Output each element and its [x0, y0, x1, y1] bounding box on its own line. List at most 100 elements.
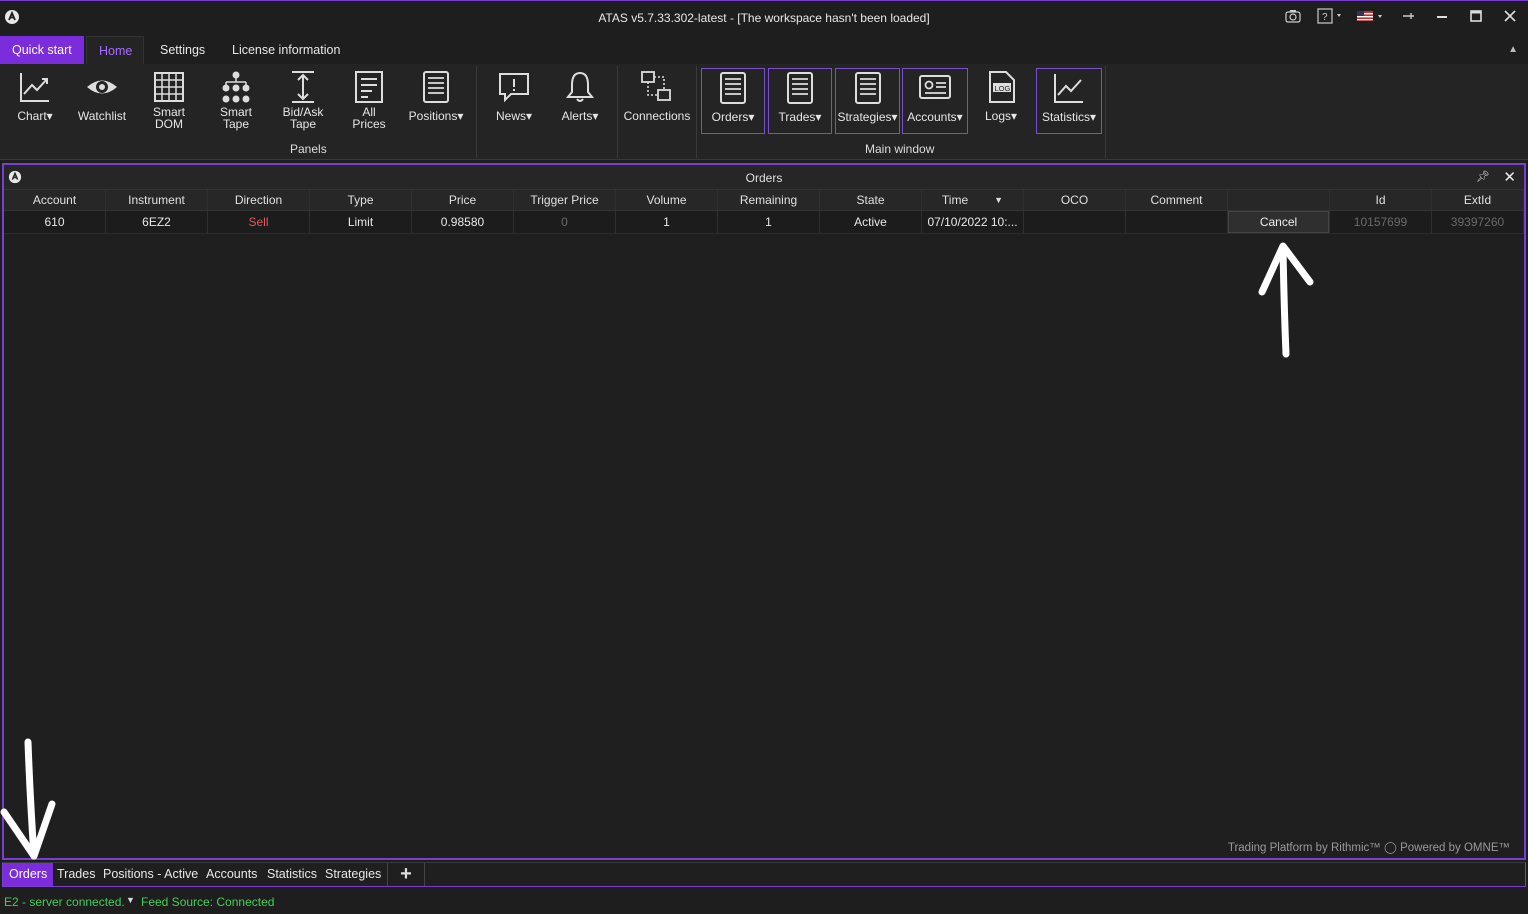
minimize-icon[interactable]: [1434, 7, 1450, 25]
all-prices-button[interactable]: All Prices: [344, 68, 394, 134]
feed-source-status: Feed Source: Connected: [141, 895, 275, 909]
tab-home[interactable]: Home: [86, 36, 144, 64]
column-header-remaining[interactable]: Remaining: [718, 190, 820, 210]
column-header-time[interactable]: Time ▼: [922, 190, 1024, 210]
logs-button[interactable]: LOG Logs▾: [976, 68, 1026, 134]
close-panel-icon[interactable]: ✕: [1503, 168, 1516, 186]
status-bar: E2 - server connected. ▼ Feed Source: Co…: [0, 890, 1528, 914]
ribbon-tab-bar: Quick start Home Settings License inform…: [0, 36, 1528, 64]
column-header-trigger-price[interactable]: Trigger Price: [514, 190, 616, 210]
smart-tape-label: Smart Tape: [219, 105, 252, 131]
vertical-arrows-icon: [292, 71, 314, 103]
tree-icon: [222, 71, 250, 103]
bell-icon: [565, 71, 595, 102]
connection-dropdown-icon[interactable]: ▼: [126, 895, 135, 905]
grid-header-row: Account Instrument Direction Type Price …: [4, 190, 1524, 211]
cell-extid: 39397260: [1432, 211, 1524, 233]
camera-icon[interactable]: [1284, 7, 1302, 25]
column-header-state[interactable]: State: [820, 190, 922, 210]
column-header-id[interactable]: Id: [1330, 190, 1432, 210]
orders-grid: Account Instrument Direction Type Price …: [4, 190, 1524, 234]
news-button[interactable]: News▾: [486, 68, 542, 134]
eye-icon: [87, 80, 117, 94]
bottom-tab-strategies[interactable]: Strategies: [325, 863, 381, 886]
cancel-order-button[interactable]: Cancel: [1228, 211, 1329, 233]
connections-label: Connections: [623, 109, 691, 123]
logs-label: Logs▾: [984, 109, 1018, 123]
smart-tape-button[interactable]: Smart Tape: [211, 68, 261, 134]
speech-bubble-icon: [499, 73, 529, 103]
tab-quick-start[interactable]: Quick start: [0, 36, 84, 64]
bottom-tab-positions-active[interactable]: Positions - Active: [103, 863, 198, 886]
strategies-label: Strategies▾: [837, 110, 898, 124]
positions-label: Positions▾: [408, 109, 464, 123]
orders-panel: Orders 📌︎ ✕ Account Instrument Direction…: [2, 163, 1526, 860]
ribbon-separator: [1105, 66, 1106, 158]
document-icon: [355, 71, 383, 103]
tab-license-information[interactable]: License information: [220, 36, 352, 64]
bottom-tab-statistics[interactable]: Statistics: [267, 863, 317, 886]
cell-price: 0.98580: [412, 211, 514, 233]
chart-label: Chart▾: [17, 109, 53, 123]
strategies-button[interactable]: Strategies▾: [835, 68, 900, 134]
column-header-action[interactable]: [1228, 190, 1330, 210]
statistics-button[interactable]: Statistics▾: [1036, 68, 1102, 134]
orders-panel-header: Orders 📌︎ ✕: [4, 165, 1524, 190]
orders-button[interactable]: Orders▾: [701, 68, 765, 134]
tab-settings[interactable]: Settings: [148, 36, 217, 64]
accounts-button[interactable]: Accounts▾: [902, 68, 968, 134]
connections-button[interactable]: Connections: [622, 68, 692, 134]
cell-oco: [1024, 211, 1126, 233]
chart-icon: [1054, 74, 1083, 103]
chart-button[interactable]: Chart▾: [10, 68, 60, 134]
watchlist-label: Watchlist: [77, 109, 127, 123]
group-label-main-window: Main window: [865, 142, 935, 156]
list-icon: [423, 71, 449, 103]
trades-button[interactable]: Trades▾: [768, 68, 832, 134]
smart-dom-button[interactable]: Smart DOM: [144, 68, 194, 134]
maximize-icon[interactable]: [1468, 7, 1484, 25]
pin-icon[interactable]: 📌︎: [1476, 170, 1490, 183]
column-header-type[interactable]: Type: [310, 190, 412, 210]
column-header-extid[interactable]: ExtId: [1432, 190, 1524, 210]
svg-text:?: ?: [1322, 12, 1328, 23]
cell-instrument: 6EZ2: [106, 211, 208, 233]
positions-button[interactable]: Positions▾: [404, 68, 468, 134]
column-header-price[interactable]: Price: [412, 190, 514, 210]
table-row[interactable]: 610 6EZ2 Sell Limit 0.98580 0 1 1 Active…: [4, 211, 1524, 234]
pin-window-icon[interactable]: [1400, 7, 1416, 25]
bottom-tab-bar: Orders Trades Positions - Active Account…: [2, 862, 1526, 887]
network-icon: [641, 71, 671, 101]
column-header-volume[interactable]: Volume: [616, 190, 718, 210]
column-header-account[interactable]: Account: [4, 190, 106, 210]
column-header-comment[interactable]: Comment: [1126, 190, 1228, 210]
watchlist-button[interactable]: Watchlist: [74, 68, 130, 134]
chart-icon: [20, 73, 49, 102]
help-menu-icon[interactable]: ?: [1316, 7, 1346, 25]
alerts-label: Alerts▾: [561, 109, 599, 123]
accounts-label: Accounts▾: [907, 110, 963, 124]
collapse-ribbon-icon[interactable]: ▲: [1508, 44, 1518, 55]
cell-volume: 1: [616, 211, 718, 233]
bid-ask-tape-button[interactable]: Bid/Ask Tape: [276, 68, 330, 134]
ribbon-separator: [617, 66, 618, 158]
cell-type: Limit: [310, 211, 412, 233]
rithmic-omne-watermark: Trading Platform by Rithmic™ ◯ Powered b…: [1227, 842, 1510, 854]
add-tab-button[interactable]: +: [387, 863, 425, 886]
bottom-tab-accounts[interactable]: Accounts: [206, 863, 257, 886]
column-header-oco[interactable]: OCO: [1024, 190, 1126, 210]
cell-id: 10157699: [1330, 211, 1432, 233]
ribbon-separator: [696, 66, 697, 158]
language-flag-icon[interactable]: [1354, 7, 1388, 25]
bottom-tab-orders[interactable]: Orders: [3, 863, 54, 886]
column-header-direction[interactable]: Direction: [208, 190, 310, 210]
bottom-tab-trades[interactable]: Trades: [57, 863, 95, 886]
close-icon[interactable]: [1502, 7, 1518, 25]
cell-comment: [1126, 211, 1228, 233]
alerts-button[interactable]: Alerts▾: [554, 68, 606, 134]
list-icon: [787, 72, 813, 104]
column-header-instrument[interactable]: Instrument: [106, 190, 208, 210]
cell-state: Active: [820, 211, 922, 233]
cell-trigger-price: 0: [514, 211, 616, 233]
statistics-label: Statistics▾: [1041, 110, 1097, 124]
